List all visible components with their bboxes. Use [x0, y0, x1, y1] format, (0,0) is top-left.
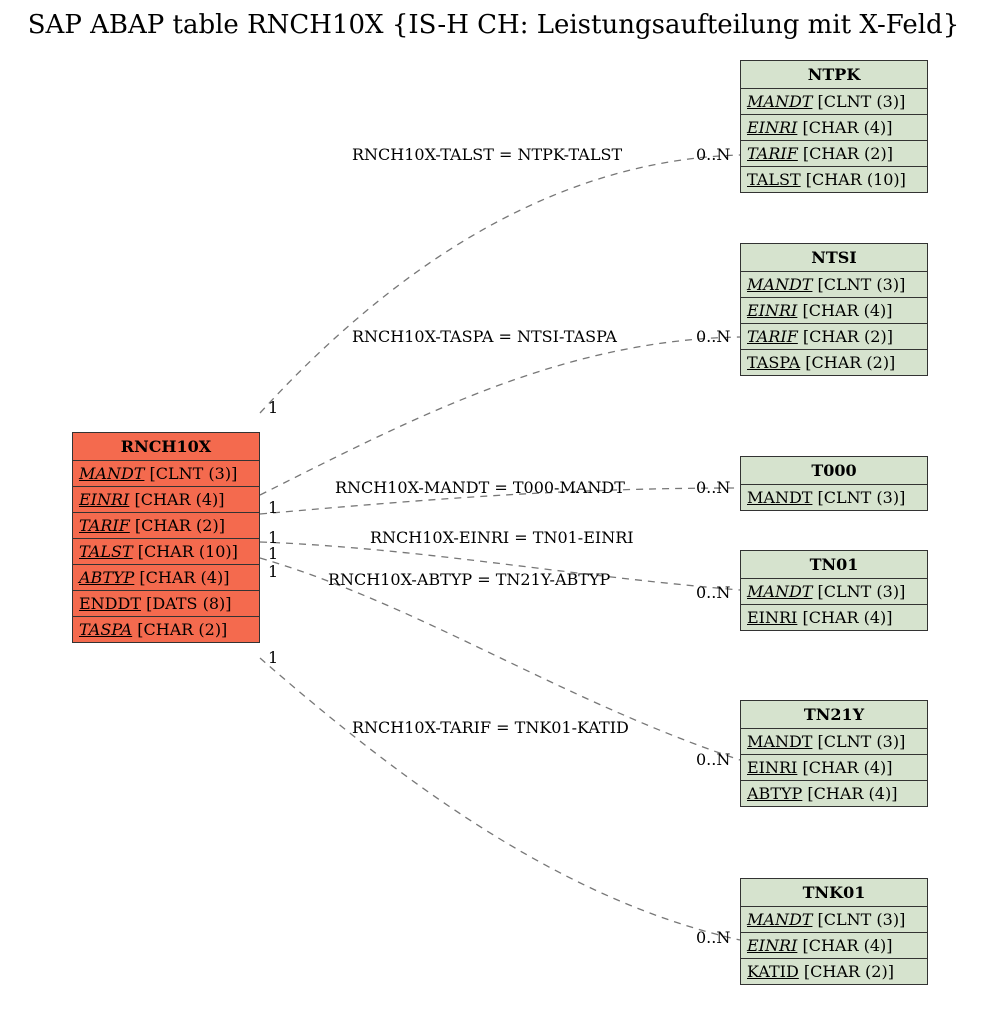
field-row: ABTYP [CHAR (4)]	[73, 565, 259, 591]
field-row: MANDT [CLNT (3)]	[741, 272, 927, 298]
field-row: TARIF [CHAR (2)]	[741, 141, 927, 167]
field-row: MANDT [CLNT (3)]	[73, 461, 259, 487]
cardinality-many: 0..N	[696, 583, 730, 602]
cardinality-many: 0..N	[696, 928, 730, 947]
field-row: TASPA [CHAR (2)]	[741, 350, 927, 375]
entity-header: TNK01	[741, 879, 927, 907]
entity-header: TN21Y	[741, 701, 927, 729]
relation-label: RNCH10X-TARIF = TNK01-KATID	[352, 718, 629, 737]
field-row: EINRI [CHAR (4)]	[741, 605, 927, 630]
entity-rnch10x: RNCH10X MANDT [CLNT (3)] EINRI [CHAR (4)…	[72, 432, 260, 643]
field-row: MANDT [CLNT (3)]	[741, 907, 927, 933]
field-row: EINRI [CHAR (4)]	[73, 487, 259, 513]
field-row: KATID [CHAR (2)]	[741, 959, 927, 984]
relation-label: RNCH10X-TASPA = NTSI-TASPA	[352, 327, 617, 346]
cardinality-many: 0..N	[696, 327, 730, 346]
cardinality-many: 0..N	[696, 478, 730, 497]
field-row: TARIF [CHAR (2)]	[73, 513, 259, 539]
entity-header: NTSI	[741, 244, 927, 272]
entity-header: TN01	[741, 551, 927, 579]
field-row: TARIF [CHAR (2)]	[741, 324, 927, 350]
cardinality-one: 1	[268, 398, 278, 417]
field-row: MANDT [CLNT (3)]	[741, 89, 927, 115]
cardinality-one: 1	[268, 648, 278, 667]
field-row: MANDT [CLNT (3)]	[741, 485, 927, 510]
field-row: EINRI [CHAR (4)]	[741, 115, 927, 141]
entity-ntpk: NTPK MANDT [CLNT (3)] EINRI [CHAR (4)] T…	[740, 60, 928, 193]
cardinality-one: 1	[268, 544, 278, 563]
entity-header: NTPK	[741, 61, 927, 89]
field-row: ABTYP [CHAR (4)]	[741, 781, 927, 806]
field-row: MANDT [CLNT (3)]	[741, 729, 927, 755]
entity-tn21y: TN21Y MANDT [CLNT (3)] EINRI [CHAR (4)] …	[740, 700, 928, 807]
cardinality-many: 0..N	[696, 145, 730, 164]
field-row: ENDDT [DATS (8)]	[73, 591, 259, 617]
cardinality-one: 1	[268, 498, 278, 517]
field-row: MANDT [CLNT (3)]	[741, 579, 927, 605]
entity-t000: T000 MANDT [CLNT (3)]	[740, 456, 928, 511]
entity-header: RNCH10X	[73, 433, 259, 461]
relation-label: RNCH10X-TALST = NTPK-TALST	[352, 145, 622, 164]
field-row: EINRI [CHAR (4)]	[741, 755, 927, 781]
field-row: TALST [CHAR (10)]	[73, 539, 259, 565]
field-row: EINRI [CHAR (4)]	[741, 933, 927, 959]
diagram-canvas: SAP ABAP table RNCH10X {IS-H CH: Leistun…	[0, 0, 987, 1027]
entity-ntsi: NTSI MANDT [CLNT (3)] EINRI [CHAR (4)] T…	[740, 243, 928, 376]
relation-label: RNCH10X-EINRI = TN01-EINRI	[370, 528, 634, 547]
cardinality-many: 0..N	[696, 750, 730, 769]
field-row: TASPA [CHAR (2)]	[73, 617, 259, 642]
diagram-title: SAP ABAP table RNCH10X {IS-H CH: Leistun…	[0, 10, 987, 40]
field-row: TALST [CHAR (10)]	[741, 167, 927, 192]
relation-label: RNCH10X-MANDT = T000-MANDT	[335, 478, 625, 497]
entity-header: T000	[741, 457, 927, 485]
entity-tn01: TN01 MANDT [CLNT (3)] EINRI [CHAR (4)]	[740, 550, 928, 631]
field-row: EINRI [CHAR (4)]	[741, 298, 927, 324]
entity-tnk01: TNK01 MANDT [CLNT (3)] EINRI [CHAR (4)] …	[740, 878, 928, 985]
cardinality-one: 1	[268, 562, 278, 581]
relation-label: RNCH10X-ABTYP = TN21Y-ABTYP	[328, 570, 610, 589]
